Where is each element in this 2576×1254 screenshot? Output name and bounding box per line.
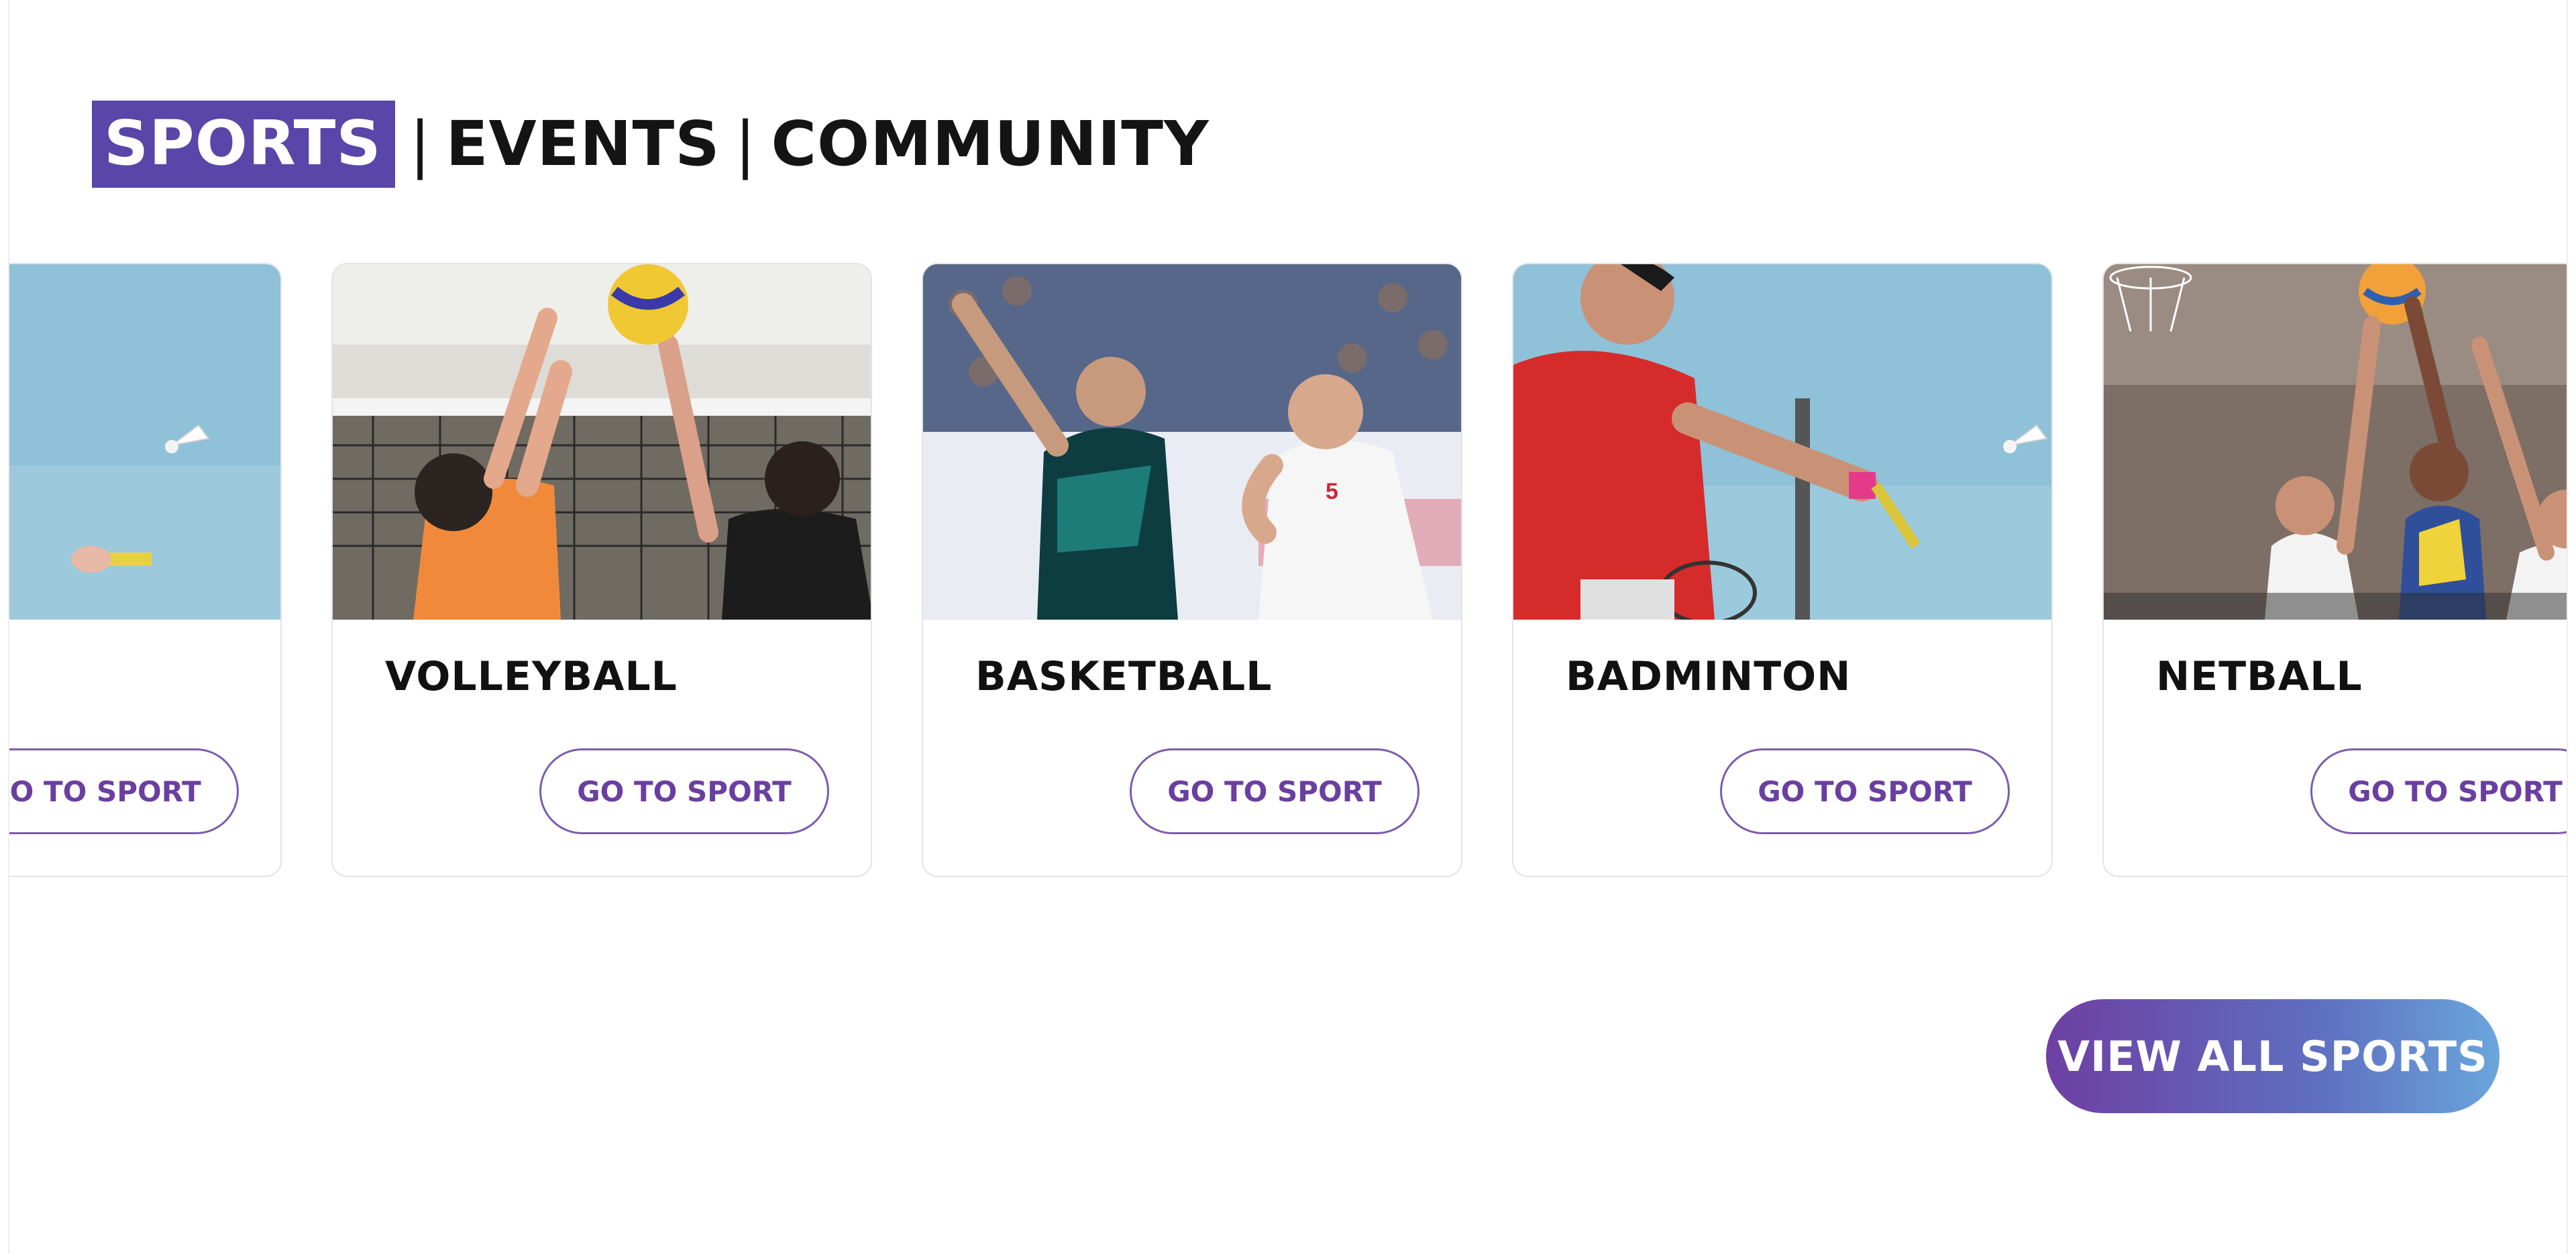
sport-image [9, 264, 280, 620]
sport-card[interactable]: NETBALL GO TO SPORT [2102, 263, 2567, 877]
svg-text:5: 5 [1326, 479, 1338, 504]
sport-card-title: BADMINTON [1566, 653, 1851, 700]
go-to-sport-button[interactable]: GO TO SPORT [1720, 748, 2010, 834]
go-to-sport-button[interactable]: GO TO SPORT [539, 748, 829, 834]
sport-card[interactable]: BADMINTON GO TO SPORT [1512, 263, 2053, 877]
section-tabs: SPORTS | EVENTS | COMMUNITY [92, 101, 1210, 188]
tab-separator: | [735, 108, 757, 180]
sport-image: 5 [923, 264, 1461, 620]
sport-card-title: BASKETBALL [975, 653, 1273, 700]
go-to-sport-button[interactable]: GO TO SPORT [9, 748, 239, 834]
sport-card-title: VOLLEYBALL [385, 653, 678, 700]
go-to-sport-button[interactable]: GO TO SPORT [1130, 748, 1419, 834]
tab-events[interactable]: EVENTS [446, 113, 720, 175]
page-border-right [2567, 0, 2568, 1254]
sport-image [2104, 264, 2567, 620]
go-to-sport-button[interactable]: GO TO SPORT [2310, 748, 2567, 834]
view-all-sports-button[interactable]: VIEW ALL SPORTS [2046, 999, 2500, 1113]
sport-image [333, 264, 871, 620]
tab-sports[interactable]: SPORTS [92, 101, 395, 188]
tab-community[interactable]: COMMUNITY [771, 113, 1210, 175]
sport-card-title: NETBALL [2156, 653, 2363, 700]
tab-separator: | [409, 108, 431, 180]
sport-image [1513, 264, 2051, 620]
sports-carousel[interactable]: GO TO SPORT [9, 263, 2567, 880]
sport-card[interactable]: 5 BASKETBALL GO TO SPORT [922, 263, 1462, 877]
sport-card[interactable]: GO TO SPORT [9, 263, 282, 877]
sport-card[interactable]: VOLLEYBALL GO TO SPORT [331, 263, 872, 877]
